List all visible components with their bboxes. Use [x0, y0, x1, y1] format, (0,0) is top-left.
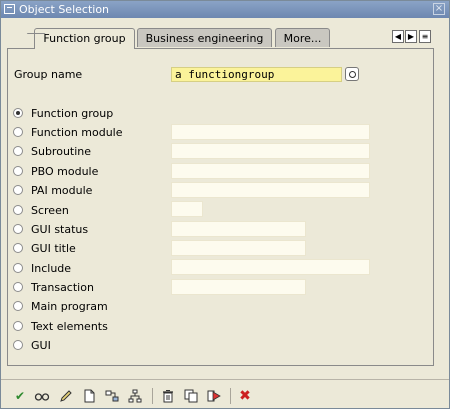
close-icon[interactable]: ×: [433, 3, 445, 15]
radio-button[interactable]: [13, 301, 23, 311]
option-label: GUI: [31, 339, 51, 352]
tab-strip: Function group Business engineering More…: [1, 28, 449, 49]
subroutine-input[interactable]: [171, 143, 370, 159]
toolbar-separator: [152, 388, 153, 404]
execute-icon[interactable]: [206, 388, 222, 404]
transaction-input[interactable]: [171, 279, 306, 295]
option-label: Include: [31, 262, 72, 275]
copy-icon[interactable]: [183, 388, 199, 404]
radio-button[interactable]: [13, 108, 23, 118]
radio-button[interactable]: [13, 185, 23, 195]
where-used-icon[interactable]: [104, 388, 120, 404]
cancel-icon[interactable]: ✖: [237, 388, 253, 404]
pencil-icon[interactable]: [58, 388, 74, 404]
tab-business-engineering[interactable]: Business engineering: [137, 28, 272, 47]
radio-button[interactable]: [13, 146, 23, 156]
radio-button[interactable]: [13, 166, 23, 176]
window-icon: [4, 4, 15, 14]
gui-status-input[interactable]: [171, 221, 306, 237]
option-label: GUI title: [31, 242, 76, 255]
application-toolbar: ✔ ✖: [1, 379, 449, 409]
radio-button[interactable]: [13, 340, 23, 350]
tab-list-icon[interactable]: ≡: [419, 30, 431, 43]
tab-function-group[interactable]: Function group: [34, 28, 135, 49]
glasses-icon[interactable]: [34, 388, 50, 404]
hierarchy-icon[interactable]: [127, 388, 143, 404]
radio-button[interactable]: [13, 224, 23, 234]
option-label: Transaction: [31, 281, 94, 294]
object-selection-dialog: Object Selection × Function group Busine…: [0, 0, 450, 409]
screen-input[interactable]: [171, 201, 203, 217]
radio-button[interactable]: [13, 321, 23, 331]
option-label: PAI module: [31, 184, 93, 197]
group-name-input[interactable]: a functiongroup: [171, 67, 342, 82]
search-help-icon[interactable]: [345, 67, 359, 81]
pbo-module-input[interactable]: [171, 163, 370, 179]
radio-button[interactable]: [13, 282, 23, 292]
option-label: Main program: [31, 300, 108, 313]
window-title: Object Selection: [19, 3, 110, 16]
include-input[interactable]: [171, 259, 370, 275]
group-name-label: Group name: [14, 68, 83, 81]
option-label: Screen: [31, 204, 69, 217]
radio-button[interactable]: [13, 127, 23, 137]
radio-button[interactable]: [13, 205, 23, 215]
option-label: Function module: [31, 126, 123, 139]
tab-scroll-left-icon[interactable]: ◀: [392, 30, 404, 43]
delete-icon[interactable]: [160, 388, 176, 404]
tab-scroll-right-icon[interactable]: ▶: [405, 30, 417, 43]
tab-more[interactable]: More...: [275, 28, 330, 47]
option-label: Subroutine: [31, 145, 92, 158]
function-module-input[interactable]: [171, 124, 370, 140]
new-document-icon[interactable]: [81, 388, 97, 404]
radio-button[interactable]: [13, 243, 23, 253]
tab-panel: [7, 48, 434, 366]
checkmark-icon[interactable]: ✔: [12, 388, 28, 404]
option-label: Function group: [31, 107, 114, 120]
pai-module-input[interactable]: [171, 182, 370, 198]
title-bar: Object Selection ×: [1, 1, 449, 18]
toolbar-separator: [230, 388, 231, 404]
option-label: Text elements: [31, 320, 108, 333]
option-label: PBO module: [31, 165, 99, 178]
option-label: GUI status: [31, 223, 89, 236]
gui-title-input[interactable]: [171, 240, 306, 256]
radio-button[interactable]: [13, 263, 23, 273]
